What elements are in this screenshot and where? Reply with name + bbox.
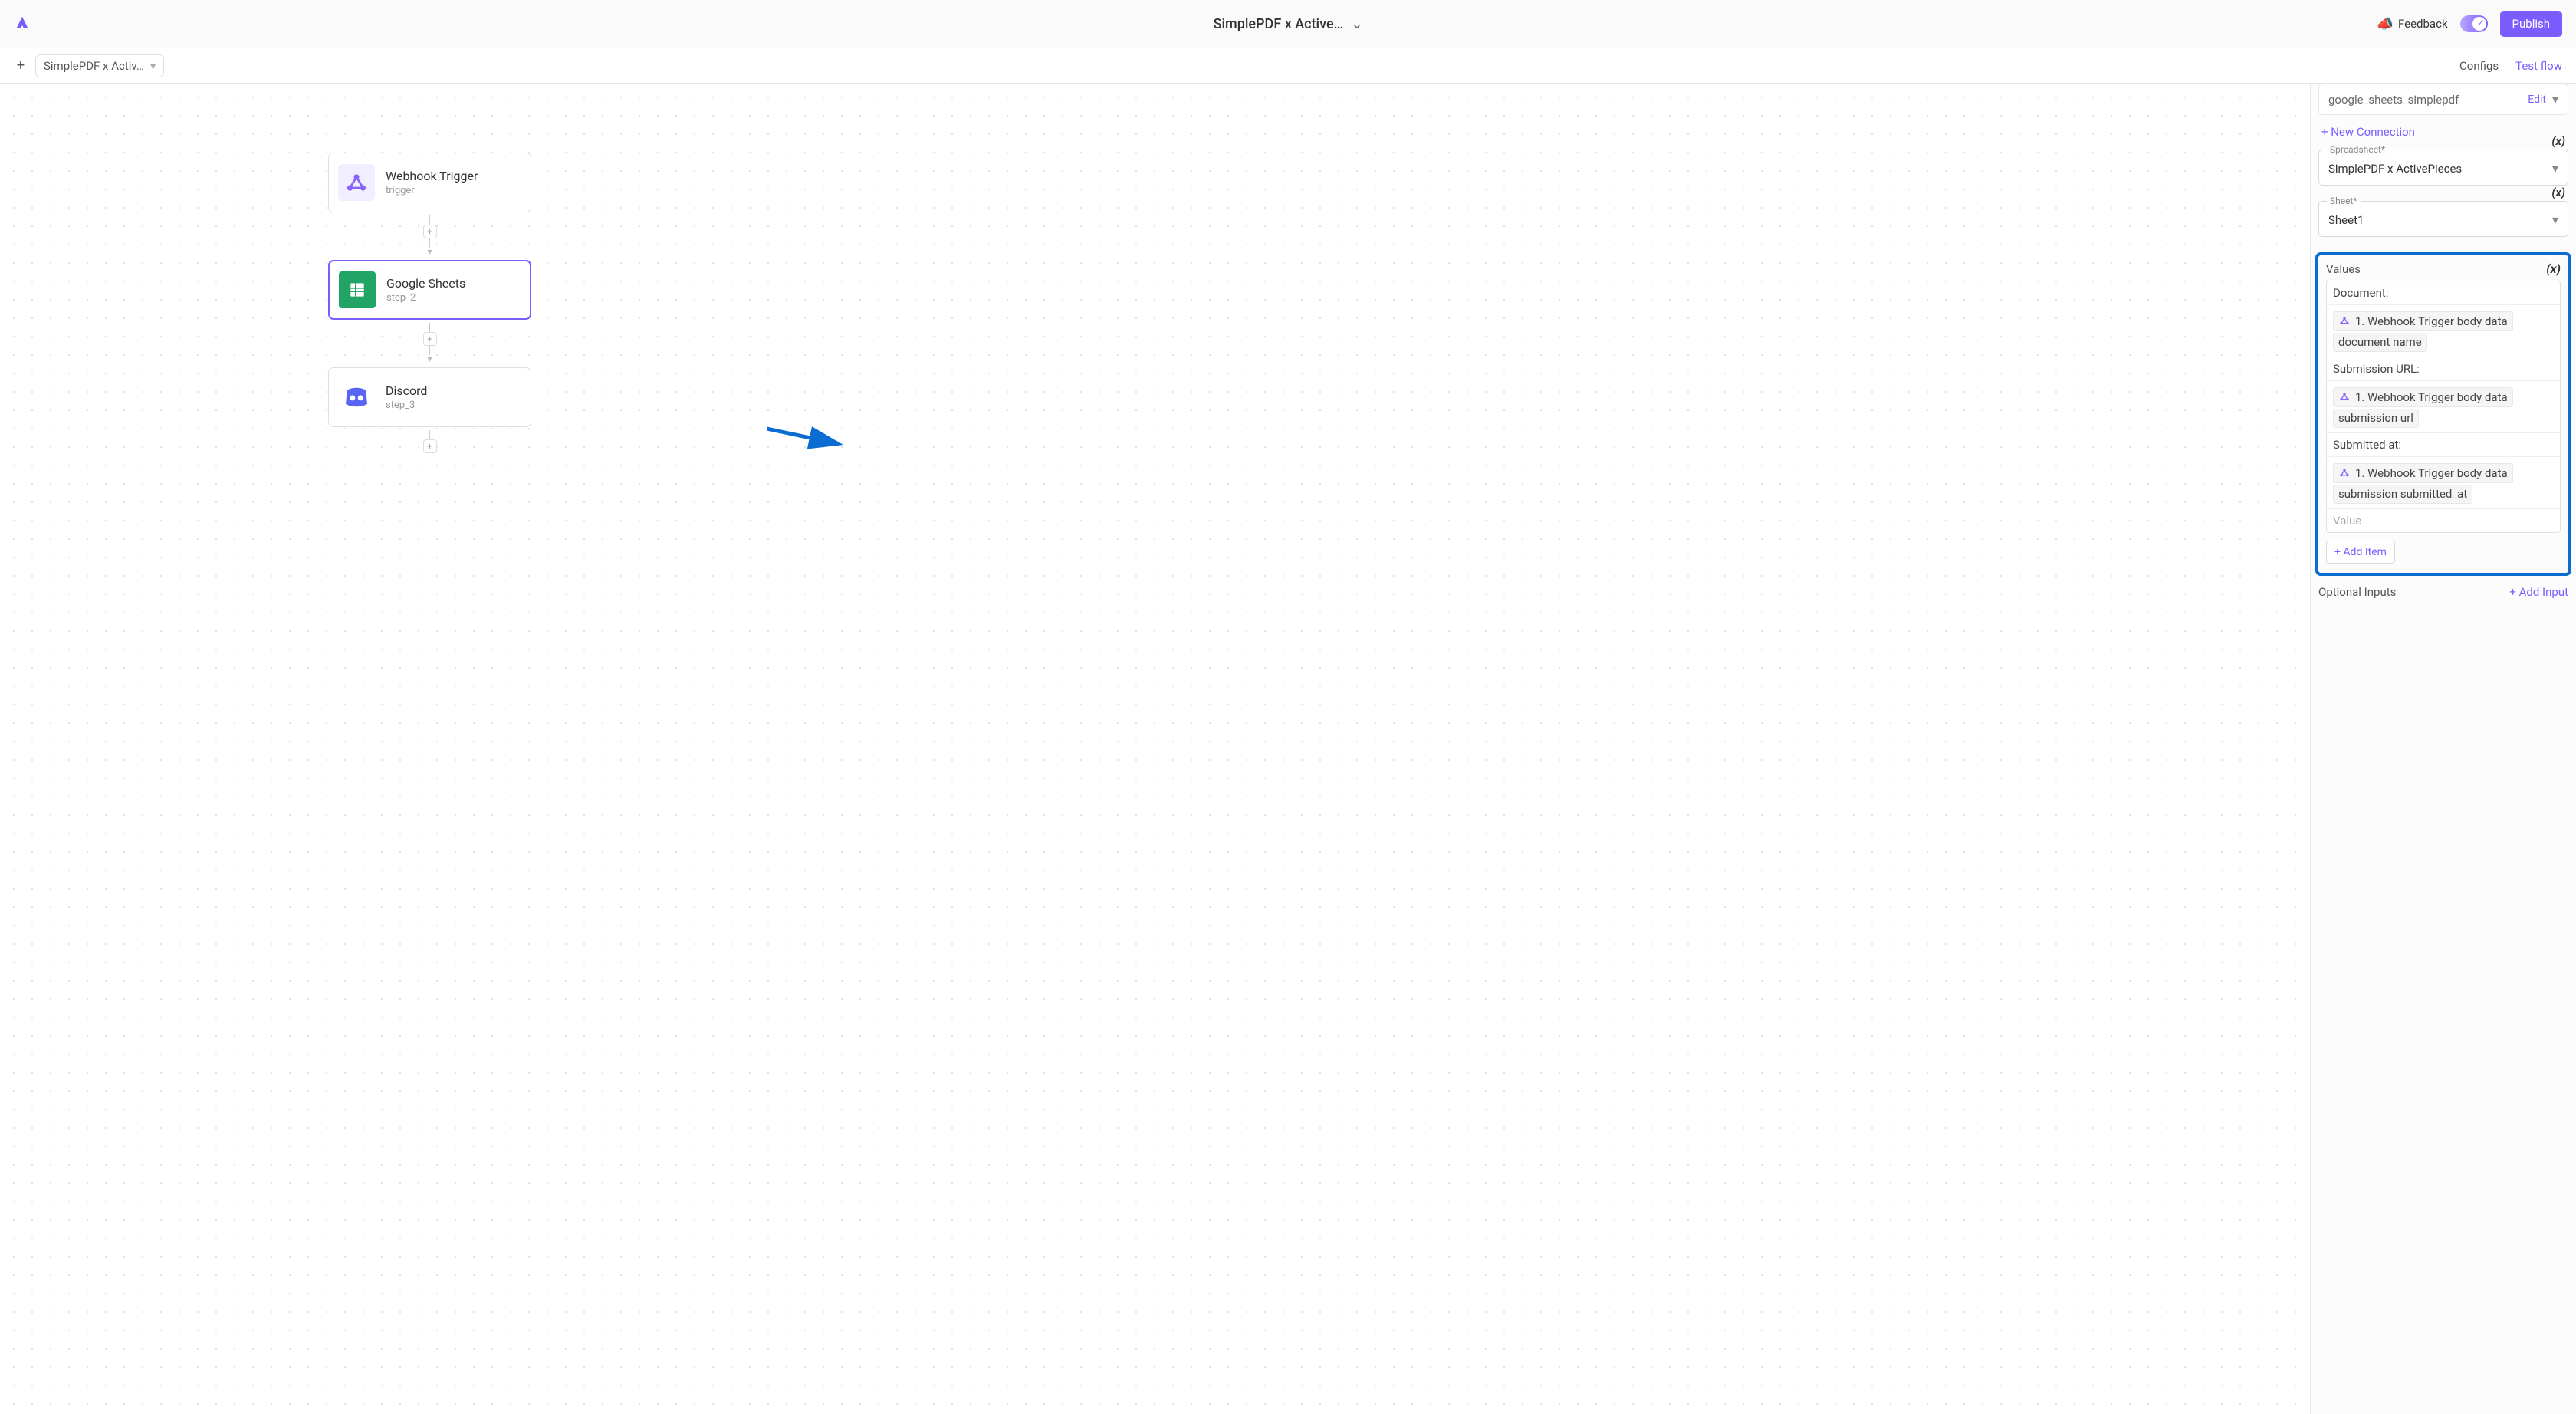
caret-down-icon[interactable]: ▾ — [2552, 161, 2558, 176]
check-icon: ✓ — [2477, 18, 2484, 28]
card-webhook-trigger[interactable]: Webhook Trigger trigger — [328, 153, 531, 212]
variable-badge[interactable]: (x) — [2551, 134, 2565, 148]
value-row-placeholder[interactable]: Value — [2327, 509, 2560, 532]
connection-name: google_sheets_simplepdf — [2328, 93, 2528, 107]
values-panel: Values (x) Document: 1. Webhook Trigger … — [2315, 252, 2571, 576]
add-input-link[interactable]: + Add Input — [2509, 585, 2568, 599]
sheet-value: Sheet1 — [2328, 213, 2552, 227]
connector-end: + — [328, 427, 531, 456]
publish-button[interactable]: Publish — [2500, 11, 2562, 37]
card-subtitle: step_3 — [386, 400, 427, 411]
flow-tab[interactable]: SimplePDF x Activ… ▾ — [35, 54, 164, 77]
megaphone-icon: 📣 — [2377, 16, 2394, 32]
discord-icon — [338, 379, 375, 416]
card-subtitle: trigger — [386, 185, 478, 196]
new-connection-link[interactable]: + New Connection — [2321, 125, 2415, 139]
value-row-label[interactable]: Document: — [2327, 281, 2560, 305]
optional-inputs-label: Optional Inputs — [2318, 585, 2396, 599]
value-row-pill[interactable]: 1. Webhook Trigger body data submission … — [2327, 381, 2560, 433]
value-row-pill[interactable]: 1. Webhook Trigger body data document na… — [2327, 305, 2560, 357]
card-title: Discord — [386, 383, 427, 398]
sidebar: google_sheets_simplepdf Edit ▾ + New Con… — [2310, 84, 2576, 1414]
sheet-field: (x) Sheet* Sheet1 ▾ — [2318, 201, 2568, 237]
subbar: + SimplePDF x Activ… ▾ Configs Test flow — [0, 48, 2576, 84]
flow-canvas[interactable]: Webhook Trigger trigger + ▾ — [0, 84, 2310, 1414]
add-tab-button[interactable]: + — [14, 59, 28, 73]
validation-toggle[interactable]: ✓ — [2460, 15, 2488, 32]
spreadsheet-label: Spreadsheet* — [2327, 144, 2388, 155]
card-google-sheets[interactable]: Google Sheets step_2 — [328, 260, 531, 320]
google-sheets-icon — [339, 271, 376, 308]
page-title-wrap: SimplePDF x Active… ⌄ — [1214, 16, 1363, 32]
value-row-pill[interactable]: 1. Webhook Trigger body data submission … — [2327, 457, 2560, 509]
card-title: Google Sheets — [386, 276, 465, 291]
card-discord[interactable]: Discord step_3 — [328, 367, 531, 427]
configs-link[interactable]: Configs — [2459, 59, 2499, 73]
value-row-label[interactable]: Submitted at: — [2327, 433, 2560, 457]
spreadsheet-field: (x) Spreadsheet* SimplePDF x ActivePiece… — [2318, 150, 2568, 186]
webhook-icon — [2338, 315, 2351, 327]
values-label: Values — [2326, 262, 2361, 276]
add-step-button[interactable]: + — [423, 332, 437, 346]
page-title: SimplePDF x Active… — [1214, 16, 1344, 32]
add-item-button[interactable]: + Add Item — [2326, 541, 2395, 564]
sheet-label: Sheet* — [2327, 196, 2361, 206]
card-text: Google Sheets step_2 — [386, 276, 465, 304]
card-subtitle: step_2 — [386, 292, 465, 304]
value-pill[interactable]: 1. Webhook Trigger body data — [2333, 463, 2513, 483]
card-text: Discord step_3 — [386, 383, 427, 411]
tab-caret-icon: ▾ — [150, 59, 156, 73]
app-logo — [14, 15, 31, 32]
connector: + ▾ — [328, 320, 531, 367]
value-row-label[interactable]: Submission URL: — [2327, 357, 2560, 381]
feedback-link[interactable]: 📣 Feedback — [2377, 16, 2448, 32]
topbar-right: 📣 Feedback ✓ Publish — [2377, 11, 2562, 37]
optional-inputs-row: Optional Inputs + Add Input — [2318, 585, 2568, 599]
flow-chain: Webhook Trigger trigger + ▾ — [328, 153, 531, 456]
webhook-icon — [2338, 467, 2351, 479]
value-pill[interactable]: 1. Webhook Trigger body data — [2333, 311, 2513, 331]
value-pill-tail: submission url — [2333, 409, 2419, 428]
sheet-select[interactable]: Sheet* Sheet1 ▾ — [2318, 201, 2568, 237]
values-header: Values (x) — [2326, 261, 2561, 276]
variable-badge[interactable]: (x) — [2551, 186, 2565, 199]
pointer-arrow-icon — [767, 423, 851, 453]
values-list: Document: 1. Webhook Trigger body data d… — [2326, 281, 2561, 533]
connection-selector[interactable]: google_sheets_simplepdf Edit ▾ — [2318, 84, 2568, 115]
caret-down-icon[interactable]: ▾ — [2552, 92, 2558, 107]
arrow-down-icon: ▾ — [427, 246, 432, 257]
webhook-icon — [338, 164, 375, 201]
caret-down-icon[interactable]: ▾ — [2552, 212, 2558, 227]
main: Webhook Trigger trigger + ▾ — [0, 84, 2576, 1414]
connector: + ▾ — [328, 212, 531, 260]
value-pill-tail: document name — [2333, 333, 2427, 352]
value-pill-tail: submission submitted_at — [2333, 485, 2472, 504]
webhook-icon — [2338, 391, 2351, 403]
arrow-down-icon: ▾ — [427, 354, 432, 364]
variable-badge[interactable]: (x) — [2546, 261, 2561, 276]
feedback-label: Feedback — [2398, 17, 2448, 31]
edit-connection-link[interactable]: Edit — [2528, 94, 2546, 106]
spreadsheet-select[interactable]: Spreadsheet* SimplePDF x ActivePieces ▾ — [2318, 150, 2568, 186]
value-pill[interactable]: 1. Webhook Trigger body data — [2333, 387, 2513, 407]
topbar: SimplePDF x Active… ⌄ 📣 Feedback ✓ Publi… — [0, 0, 2576, 48]
card-text: Webhook Trigger trigger — [386, 169, 478, 196]
add-step-button[interactable]: + — [423, 225, 437, 238]
tab-label: SimplePDF x Activ… — [44, 59, 144, 73]
test-flow-link[interactable]: Test flow — [2515, 59, 2562, 73]
title-caret-icon[interactable]: ⌄ — [1351, 16, 1362, 32]
card-title: Webhook Trigger — [386, 169, 478, 183]
spreadsheet-value: SimplePDF x ActivePieces — [2328, 162, 2552, 176]
add-step-button[interactable]: + — [423, 439, 437, 453]
subbar-right: Configs Test flow — [2459, 59, 2562, 73]
